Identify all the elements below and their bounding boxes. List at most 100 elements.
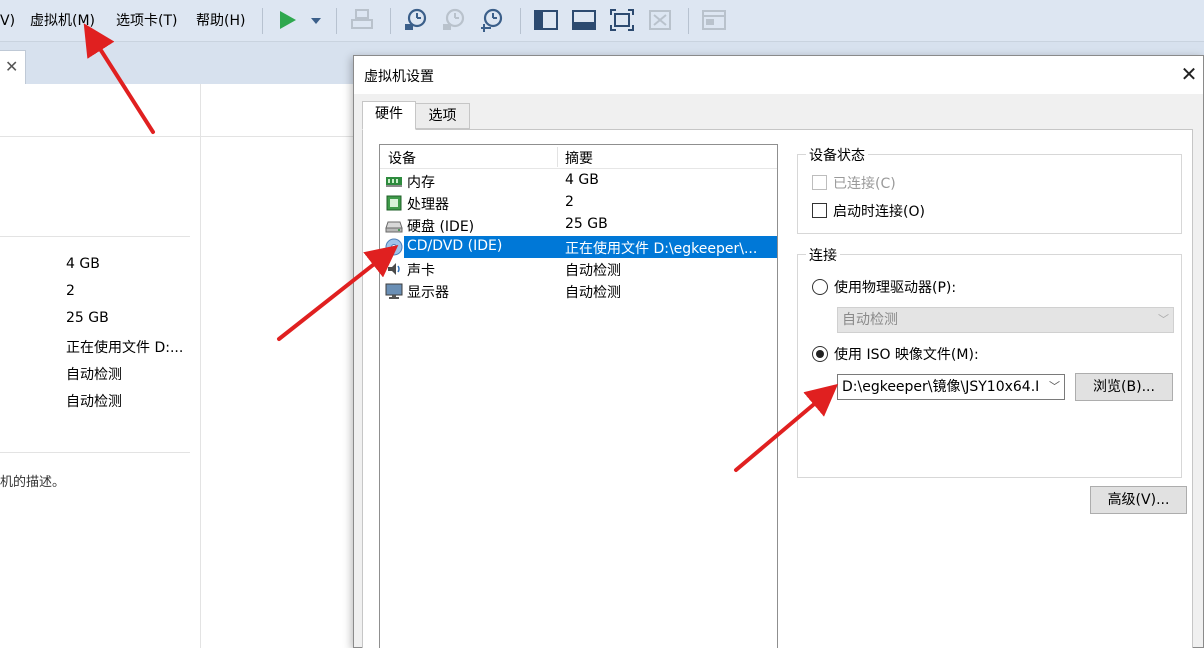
group-title-connection: 连接 bbox=[806, 245, 840, 265]
device-row-processor[interactable]: 处理器 2 bbox=[380, 192, 777, 214]
device-summary: 自动检测 bbox=[565, 263, 621, 279]
radio-dot bbox=[812, 279, 828, 295]
memory-icon bbox=[385, 172, 403, 190]
sound-card-icon bbox=[385, 260, 403, 278]
chevron-down-icon bbox=[311, 18, 321, 24]
hard-disk-icon bbox=[385, 216, 403, 234]
device-summary: 自动检测 bbox=[565, 285, 621, 301]
unity-mode-button[interactable] bbox=[646, 6, 674, 34]
browse-button[interactable]: 浏览(B)... bbox=[1075, 373, 1173, 401]
keyboard-icon bbox=[351, 9, 373, 29]
cd-dvd-icon bbox=[385, 238, 403, 256]
device-row-hard-disk[interactable]: 硬盘 (IDE) 25 GB bbox=[380, 214, 777, 236]
vm-summary-panel: 4 GB 2 25 GB 正在使用文件 D:... 自动检测 自动检测 bbox=[0, 84, 360, 648]
device-row-sound-card[interactable]: 声卡 自动检测 bbox=[380, 258, 777, 280]
unity-icon bbox=[649, 10, 671, 30]
toolbar-separator bbox=[390, 8, 391, 34]
toolbar-separator bbox=[262, 8, 263, 34]
dialog-title: 虚拟机设置 bbox=[364, 69, 434, 85]
column-header-device[interactable]: 设备 bbox=[388, 148, 416, 168]
summary-display-value: 自动检测 bbox=[66, 394, 122, 410]
column-header-summary[interactable]: 摘要 bbox=[565, 148, 593, 168]
chevron-down-icon[interactable]: ﹀ bbox=[1047, 375, 1060, 399]
iso-path-value: D:\egkeeper\镜像\JSY10x64.I bbox=[842, 379, 1040, 395]
revert-clock-icon bbox=[443, 8, 465, 30]
vm-settings-dialog: 虚拟机设置 ✕ 硬件 选项 设备 摘要 内存 4 GB 处理器 2 硬盘 (ID… bbox=[353, 55, 1204, 648]
summary-sound-value: 自动检测 bbox=[66, 367, 122, 383]
checkbox-box bbox=[812, 175, 827, 190]
menu-view[interactable]: V) bbox=[0, 11, 15, 31]
divider bbox=[0, 452, 190, 453]
send-ctrl-alt-del-button[interactable] bbox=[348, 6, 376, 34]
toolbar-separator bbox=[688, 8, 689, 34]
revert-snapshot-button[interactable] bbox=[440, 6, 468, 34]
device-row-memory[interactable]: 内存 4 GB bbox=[380, 170, 777, 192]
tab-hardware[interactable]: 硬件 bbox=[362, 101, 416, 130]
device-summary: 正在使用文件 D:\egkeeper\... bbox=[565, 241, 758, 257]
power-dropdown-button[interactable] bbox=[302, 6, 322, 34]
chevron-down-icon: ﹀ bbox=[1158, 313, 1169, 326]
checkbox-label: 启动时连接(O) bbox=[833, 204, 925, 220]
device-status-group: 设备状态 已连接(C) 启动时连接(O) bbox=[797, 145, 1182, 234]
summary-disk-value: 25 GB bbox=[66, 310, 109, 326]
divider bbox=[0, 236, 190, 237]
device-name: 处理器 bbox=[407, 197, 449, 213]
device-list-header: 设备 摘要 bbox=[380, 145, 777, 169]
column-divider bbox=[557, 147, 558, 167]
device-name: 硬盘 (IDE) bbox=[407, 219, 475, 235]
device-list[interactable]: 设备 摘要 内存 4 GB 处理器 2 硬盘 (IDE) 25 GB CD/DV… bbox=[379, 144, 778, 648]
divider bbox=[200, 84, 201, 648]
full-screen-icon bbox=[610, 9, 634, 31]
tab-options[interactable]: 选项 bbox=[415, 103, 470, 129]
physical-drive-select[interactable]: 自动检测 ﹀ bbox=[837, 307, 1174, 333]
close-tab-icon[interactable]: ✕ bbox=[5, 57, 18, 76]
radio-dot bbox=[812, 346, 828, 362]
device-name: 显示器 bbox=[407, 285, 449, 301]
menu-tabs[interactable]: 选项卡(T) bbox=[116, 11, 177, 31]
connection-group: 连接 使用物理驱动器(P): 自动检测 ﹀ 使用 ISO 映像文件(M): D:… bbox=[797, 245, 1182, 478]
dialog-title-bar: 虚拟机设置 ✕ bbox=[354, 56, 1203, 94]
show-library-button[interactable] bbox=[532, 6, 560, 34]
vm-description-text: 机的描述。 bbox=[0, 475, 66, 490]
radio-label: 使用物理驱动器(P): bbox=[834, 280, 957, 296]
device-summary: 25 GB bbox=[565, 216, 608, 232]
device-name: 内存 bbox=[407, 175, 435, 191]
toolbar-separator bbox=[336, 8, 337, 34]
play-icon bbox=[280, 11, 296, 29]
full-screen-button[interactable] bbox=[608, 6, 636, 34]
menu-help[interactable]: 帮助(H) bbox=[196, 11, 245, 31]
select-value: 自动检测 bbox=[842, 312, 898, 328]
close-icon[interactable]: ✕ bbox=[1179, 64, 1199, 84]
divider bbox=[0, 136, 360, 137]
device-name: CD/DVD (IDE) bbox=[407, 238, 503, 254]
vm-tab[interactable]: ✕ bbox=[0, 50, 26, 84]
device-name: 声卡 bbox=[407, 263, 435, 279]
summary-processor-value: 2 bbox=[66, 283, 75, 299]
thumbnail-bar-icon bbox=[572, 10, 596, 30]
menu-vm[interactable]: 虚拟机(M) bbox=[30, 11, 95, 31]
console-view-button[interactable] bbox=[700, 6, 728, 34]
advanced-button[interactable]: 高级(V)... bbox=[1090, 486, 1187, 514]
device-row-display[interactable]: 显示器 自动检测 bbox=[380, 280, 777, 302]
summary-cd-dvd-value: 正在使用文件 D:... bbox=[66, 340, 184, 356]
iso-path-combobox[interactable]: D:\egkeeper\镜像\JSY10x64.I ﹀ bbox=[837, 374, 1065, 400]
device-row-cd-dvd[interactable]: CD/DVD (IDE) 正在使用文件 D:\egkeeper\... bbox=[404, 236, 777, 258]
snapshot-clock-icon bbox=[405, 8, 427, 30]
toolbar-separator bbox=[520, 8, 521, 34]
show-thumbnail-bar-button[interactable] bbox=[570, 6, 598, 34]
display-icon bbox=[385, 282, 403, 300]
power-on-button[interactable] bbox=[274, 6, 302, 34]
console-view-icon bbox=[702, 10, 726, 30]
snapshot-manager-button[interactable] bbox=[478, 6, 506, 34]
device-summary: 2 bbox=[565, 194, 574, 210]
group-title-device-status: 设备状态 bbox=[806, 145, 868, 165]
radio-label: 使用 ISO 映像文件(M): bbox=[834, 347, 979, 363]
snapshot-manager-icon bbox=[481, 8, 503, 32]
checkbox-box bbox=[812, 203, 827, 218]
processor-icon bbox=[385, 194, 403, 212]
summary-memory-value: 4 GB bbox=[66, 256, 100, 272]
hardware-tab-page: 设备 摘要 内存 4 GB 处理器 2 硬盘 (IDE) 25 GB CD/DV… bbox=[362, 129, 1193, 648]
device-summary: 4 GB bbox=[565, 172, 599, 188]
menu-bar: V) 虚拟机(M) 选项卡(T) 帮助(H) bbox=[0, 0, 1204, 42]
take-snapshot-button[interactable] bbox=[402, 6, 430, 34]
